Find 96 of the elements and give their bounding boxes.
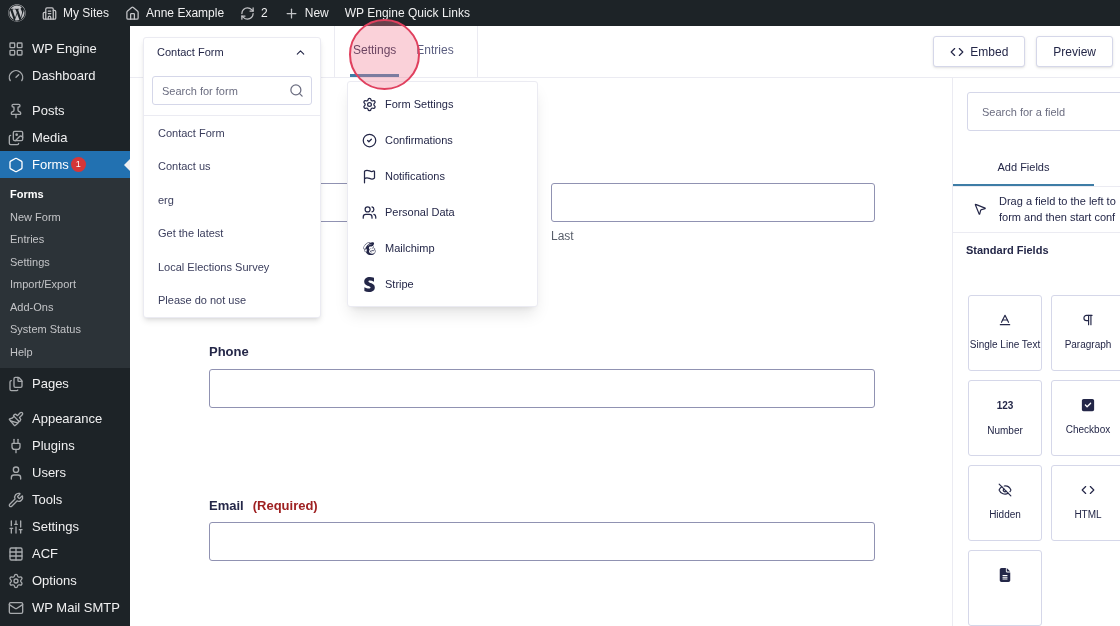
- panel-tab[interactable]: Add Fields: [953, 150, 1094, 186]
- flag-icon: [362, 168, 377, 184]
- sidebar-item[interactable]: Pages: [0, 370, 130, 397]
- wordpress-logo-icon[interactable]: [8, 4, 26, 22]
- paintbrush-icon: [8, 410, 24, 427]
- field-label: Email: [209, 496, 244, 515]
- submenu-item[interactable]: Settings: [0, 250, 130, 273]
- submenu-item[interactable]: Import/Export: [0, 273, 130, 296]
- document-icon: [998, 568, 1012, 582]
- submenu-item[interactable]: Forms: [0, 183, 130, 206]
- settings-icon: [362, 96, 377, 112]
- plug-icon: [8, 437, 24, 454]
- envelope-icon: [8, 599, 24, 616]
- sidebar-item[interactable]: Forms 1: [0, 151, 130, 178]
- field-sublabel: Last: [551, 228, 575, 245]
- sidebar-item[interactable]: WP Mail SMTP: [0, 594, 130, 621]
- section-title: Standard Fields: [965, 242, 1050, 258]
- text-baseline-icon: [998, 313, 1012, 327]
- table-icon: [8, 545, 24, 562]
- grid-icon: [8, 40, 24, 57]
- required-label: (Required): [252, 496, 318, 515]
- form-list-item[interactable]: Contact Form: [144, 116, 320, 150]
- field-type-card[interactable]: Single Line Text: [968, 295, 1042, 371]
- checkbox-icon: [1081, 398, 1095, 412]
- embed-button[interactable]: Embed: [933, 36, 1026, 67]
- cursor-icon: [973, 202, 987, 217]
- form-list-item[interactable]: Local Elections Survey: [144, 250, 320, 284]
- hexagon-icon: [8, 156, 24, 173]
- form-search-input[interactable]: Search for form: [152, 76, 312, 105]
- admin-bar-link[interactable]: 2: [240, 4, 268, 22]
- submenu-item[interactable]: System Status: [0, 318, 130, 341]
- gauge-icon: [8, 67, 24, 84]
- field-search-input[interactable]: Search for a field: [967, 92, 1120, 131]
- plus-icon: [283, 5, 299, 21]
- form-selector-button[interactable]: Contact Form: [144, 38, 320, 66]
- submenu-item[interactable]: Help: [0, 340, 130, 363]
- form-list-item[interactable]: Get the latest: [144, 216, 320, 250]
- sidebar-item[interactable]: Users: [0, 459, 130, 486]
- submenu-item[interactable]: New Form: [0, 205, 130, 228]
- field-type-card[interactable]: HTML: [1051, 465, 1120, 541]
- settings-menu-item[interactable]: Form Settings: [348, 86, 537, 122]
- settings-menu-item[interactable]: Notifications: [348, 158, 537, 194]
- sidebar-item[interactable]: ACF: [0, 540, 130, 567]
- people-icon: [362, 204, 377, 220]
- admin-bar-link[interactable]: My Sites: [42, 4, 109, 22]
- eye-off-icon: [998, 483, 1012, 497]
- field-type-card[interactable]: Paragraph: [1051, 295, 1120, 371]
- pushpin-icon: [8, 102, 24, 119]
- admin-bar-link[interactable]: Anne Example: [125, 4, 225, 22]
- submenu-item[interactable]: Entries: [0, 228, 130, 251]
- form-list-item[interactable]: Please do not use: [144, 283, 320, 317]
- sidebar-item[interactable]: Posts: [0, 97, 130, 124]
- sidebar-item[interactable]: Options: [0, 567, 130, 594]
- buildings-icon: [42, 5, 57, 21]
- settings-menu-item[interactable]: Confirmations: [348, 122, 537, 158]
- images-icon: [8, 129, 24, 146]
- sidebar-item[interactable]: Settings: [0, 513, 130, 540]
- sliders-icon: [8, 518, 24, 535]
- admin-bar-link[interactable]: WP Engine Quick Links: [344, 4, 470, 22]
- field-type-card[interactable]: [968, 550, 1042, 626]
- sidebar-item[interactable]: Dashboard: [0, 62, 130, 89]
- last-name-input[interactable]: [551, 183, 875, 222]
- form-list-item[interactable]: erg: [144, 183, 320, 217]
- code-icon: [1081, 483, 1095, 497]
- sidebar-item[interactable]: WP Engine: [0, 35, 130, 62]
- settings-menu-item[interactable]: Stripe: [348, 266, 537, 302]
- wrench-icon: [8, 491, 24, 508]
- settings-menu-item[interactable]: Personal Data: [348, 194, 537, 230]
- house-icon: [125, 5, 140, 21]
- field-type-card[interactable]: Checkbox: [1051, 380, 1120, 456]
- user-icon: [8, 464, 24, 481]
- field-type-card[interactable]: 123 Number: [968, 380, 1042, 456]
- admin-bar-link[interactable]: New: [283, 4, 329, 22]
- count-badge: 1: [70, 157, 86, 172]
- field-label: Phone: [209, 343, 249, 361]
- sidebar-item[interactable]: Media: [0, 124, 130, 151]
- s-letter-icon: [362, 276, 377, 292]
- settings-icon: [8, 572, 24, 589]
- number-glyph: 123: [996, 399, 1014, 413]
- text-input[interactable]: [209, 368, 875, 408]
- submenu-item[interactable]: Add-Ons: [0, 295, 130, 318]
- sidebar-item[interactable]: Appearance: [0, 405, 130, 432]
- sidebar-item[interactable]: Tools: [0, 486, 130, 513]
- pages-icon: [8, 375, 24, 392]
- search-icon: [289, 83, 304, 98]
- text-input[interactable]: [209, 522, 875, 561]
- form-list-item[interactable]: Contact us: [144, 149, 320, 183]
- chimp-icon: [362, 240, 377, 256]
- drag-hint-text: Drag a field to the left to form and then start conf: [999, 194, 1116, 226]
- check-circle-icon: [362, 132, 377, 148]
- field-type-card[interactable]: Hidden: [968, 465, 1042, 541]
- refresh-icon: [240, 5, 256, 21]
- sidebar-item[interactable]: Plugins: [0, 432, 130, 459]
- preview-button[interactable]: Preview: [1036, 36, 1113, 67]
- pilcrow-icon: [1081, 313, 1095, 327]
- settings-menu-item[interactable]: Mailchimp: [348, 230, 537, 266]
